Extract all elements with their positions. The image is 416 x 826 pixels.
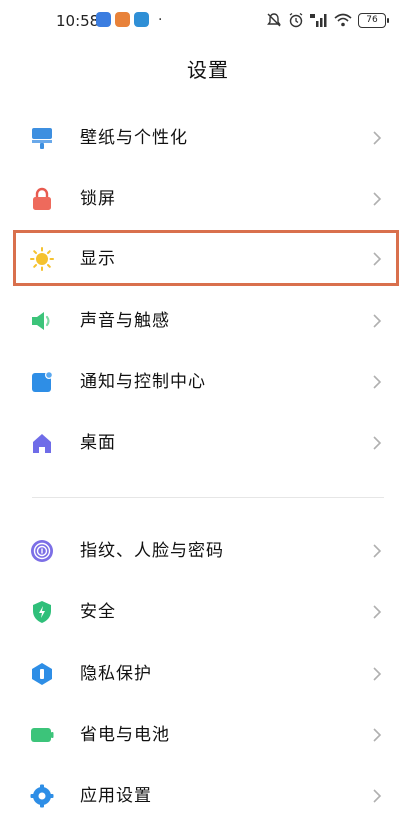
app-notification-icon	[134, 12, 149, 27]
lock-icon	[33, 187, 51, 210]
speaker-icon	[32, 312, 50, 330]
settings-item-app-settings[interactable]: 应用设置	[0, 766, 416, 826]
page-title: 设置	[187, 58, 229, 82]
settings-item-privacy[interactable]: 隐私保护	[0, 644, 416, 704]
wifi-icon	[334, 13, 352, 27]
settings-item-notifications[interactable]: 通知与控制中心	[0, 352, 416, 412]
settings-item-label: 声音与触感	[80, 311, 170, 331]
chevron-right-icon	[373, 728, 382, 742]
settings-item-label: 显示	[80, 249, 116, 269]
settings-item-lock-screen[interactable]: 锁屏	[0, 169, 416, 229]
settings-item-wallpaper[interactable]: 壁纸与个性化	[0, 108, 416, 168]
app-notification-icon	[96, 12, 111, 27]
settings-item-label: 桌面	[80, 433, 116, 453]
battery-indicator: 76	[358, 12, 389, 28]
chevron-right-icon	[373, 192, 382, 206]
settings-item-fingerprint[interactable]: 指纹、人脸与密码	[0, 521, 416, 581]
chevron-right-icon	[373, 375, 382, 389]
sun-icon	[30, 247, 54, 271]
settings-item-battery[interactable]: 省电与电池	[0, 705, 416, 765]
system-icons: 76	[266, 12, 389, 28]
chevron-right-icon	[373, 544, 382, 558]
battery-icon	[31, 728, 54, 742]
gear-icon	[30, 784, 54, 808]
settings-item-label: 隐私保护	[80, 664, 152, 684]
settings-item-display[interactable]: 显示	[0, 229, 416, 289]
settings-item-sound[interactable]: 声音与触感	[0, 291, 416, 351]
chevron-right-icon	[373, 252, 382, 266]
home-icon	[33, 434, 51, 453]
shield-icon	[33, 601, 51, 623]
settings-item-label: 指纹、人脸与密码	[80, 541, 224, 561]
settings-item-label: 省电与电池	[80, 725, 170, 745]
mute-bell-icon	[267, 13, 281, 27]
more-notifications-dot: ·	[158, 12, 163, 28]
status-time: 10:58	[56, 12, 100, 30]
chevron-right-icon	[373, 314, 382, 328]
notification-icon	[32, 371, 53, 392]
settings-item-label: 壁纸与个性化	[80, 128, 188, 148]
app-notification-icon	[115, 12, 130, 27]
chevron-right-icon	[373, 605, 382, 619]
chevron-right-icon	[373, 667, 382, 681]
settings-item-label: 通知与控制中心	[80, 372, 206, 392]
chevron-right-icon	[373, 131, 382, 145]
alarm-icon	[289, 12, 303, 28]
notification-icons	[96, 12, 149, 27]
settings-item-label: 锁屏	[80, 189, 116, 209]
settings-item-home-screen[interactable]: 桌面	[0, 413, 416, 473]
section-divider	[32, 497, 384, 498]
privacy-icon	[32, 663, 52, 685]
settings-item-label: 应用设置	[80, 786, 152, 806]
settings-item-label: 安全	[80, 602, 116, 622]
chevron-right-icon	[373, 789, 382, 803]
settings-item-security[interactable]: 安全	[0, 582, 416, 642]
wallpaper-icon	[32, 128, 52, 149]
status-bar: 10:58 · 76	[0, 0, 416, 44]
chevron-right-icon	[373, 436, 382, 450]
fingerprint-icon	[31, 540, 53, 562]
signal-icon	[310, 14, 327, 27]
